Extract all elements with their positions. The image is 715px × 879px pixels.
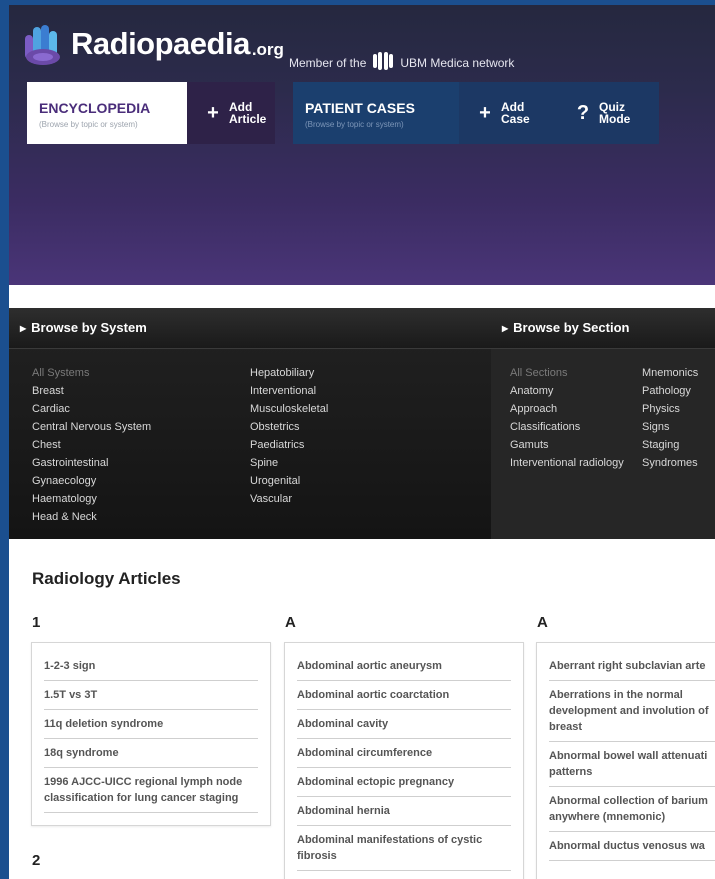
section-link[interactable]: All Sections [510,364,624,382]
article-link[interactable]: Abdominal cavity [297,710,511,739]
system-link[interactable]: Hepatobiliary [250,364,328,382]
radiology-articles: Radiology Articles 1 1-2-3 sign 1.5T vs … [9,539,715,879]
article-link[interactable]: 1.5T vs 3T [44,681,258,710]
article-link[interactable]: 1-2-3 sign [44,652,258,681]
browse-by-system-label: Browse by System [31,320,147,335]
section-link[interactable]: Signs [642,418,698,436]
encyclopedia-title: ENCYCLOPEDIA [39,100,151,116]
system-link[interactable]: Gynaecology [32,472,151,490]
articles-title: Radiology Articles [32,569,181,588]
member-prefix: Member of the [289,55,367,70]
encyclopedia-subtitle: (Browse by topic or system) [39,120,138,129]
section-link[interactable]: Pathology [642,382,698,400]
section-link[interactable]: Syndromes [642,454,698,472]
add-case-label: Add Case [501,100,530,126]
quiz-mode-button[interactable]: ? Quiz Mode [557,82,659,144]
system-list-col2: Hepatobiliary Interventional Musculoskel… [250,364,328,508]
tab-patient-cases[interactable]: PATIENT CASES (Browse by topic or system… [293,82,459,144]
browse-by-system-heading[interactable]: ▶ Browse by System [9,308,491,349]
plus-icon: + [207,101,219,124]
triangle-right-icon: ▶ [20,324,27,333]
plus-icon: + [479,101,491,124]
patient-cases-subtitle: (Browse by topic or system) [305,120,404,129]
logo-tld: .org [251,40,284,59]
system-link[interactable]: Haematology [32,490,151,508]
section-link[interactable]: Staging [642,436,698,454]
section-link[interactable]: Interventional radiology [510,454,624,472]
system-link[interactable]: All Systems [32,364,151,382]
system-link[interactable]: Cardiac [32,400,151,418]
quiz-mode-label: Quiz Mode [599,100,631,126]
section-link[interactable]: Anatomy [510,382,624,400]
letter-heading: 2 [32,852,41,869]
page: Radiopaedia .org Member of the UBM Medic… [9,5,715,879]
article-link[interactable]: Abdominal manifestations of cystic fibro… [297,826,511,871]
system-link[interactable]: Interventional [250,382,328,400]
system-link[interactable]: Head & Neck [32,508,151,526]
article-link[interactable]: Aberrations in the normal development an… [549,681,715,742]
add-article-button[interactable]: + Add Article [187,82,275,144]
article-link[interactable]: Aberrant right subclavian arte [549,652,715,681]
section-link[interactable]: Classifications [510,418,624,436]
system-list-col1: All Systems Breast Cardiac Central Nervo… [32,364,151,526]
triangle-right-icon: ▶ [502,324,509,333]
section-list-col1: All Sections Anatomy Approach Classifica… [510,364,624,472]
site-header: Radiopaedia .org Member of the UBM Medic… [9,5,715,285]
section-link[interactable]: Approach [510,400,624,418]
system-link[interactable]: Central Nervous System [32,418,151,436]
ubm-icon [372,51,394,74]
letter-heading: 1 [32,614,41,631]
article-link[interactable]: Abdominal circumference [297,739,511,768]
system-link[interactable]: Breast [32,382,151,400]
add-case-button[interactable]: + Add Case [459,82,557,144]
browse-panels: ▶ Browse by System All Systems Breast Car… [9,308,715,539]
article-list-a2: Aberrant right subclavian arte Aberratio… [536,642,715,879]
article-link[interactable]: 1996 AJCC-UICC regional lymph node class… [44,768,258,813]
system-link[interactable]: Musculoskeletal [250,400,328,418]
site-logo[interactable]: Radiopaedia .org [21,19,284,69]
section-link[interactable]: Gamuts [510,436,624,454]
article-list-1: 1-2-3 sign 1.5T vs 3T 11q deletion syndr… [31,642,271,826]
article-link[interactable]: Abnormal bowel wall attenuati patterns [549,742,715,787]
letter-heading: A [537,614,548,631]
logo-text: Radiopaedia [71,26,250,61]
article-link[interactable]: Abnormal collection of barium anywhere (… [549,787,715,832]
article-link[interactable]: 18q syndrome [44,739,258,768]
radiopaedia-logo-icon [25,25,60,65]
section-link[interactable]: Mnemonics [642,364,698,382]
browse-by-section-panel: ▶ Browse by Section All Sections Anatomy … [491,308,715,539]
system-link[interactable]: Chest [32,436,151,454]
article-link[interactable]: Abdominal aortic coarctation [297,681,511,710]
add-article-label: Add Article [229,100,267,126]
system-link[interactable]: Gastrointestinal [32,454,151,472]
tab-encyclopedia[interactable]: ENCYCLOPEDIA (Browse by topic or system) [27,82,187,144]
article-link[interactable]: Abnormal ductus venosus wa [549,832,715,861]
system-link[interactable]: Urogenital [250,472,328,490]
patient-cases-title: PATIENT CASES [305,100,415,116]
article-link[interactable]: Abdominal ectopic pregnancy [297,768,511,797]
article-list-a1: Abdominal aortic aneurysm Abdominal aort… [284,642,524,879]
member-network-name: UBM Medica network [400,55,515,70]
question-icon: ? [576,101,590,124]
section-list-col2: Mnemonics Pathology Physics Signs Stagin… [642,364,698,472]
browse-by-system-panel: ▶ Browse by System All Systems Breast Car… [9,308,491,539]
browse-by-section-heading[interactable]: ▶ Browse by Section [491,308,715,349]
browse-by-section-label: Browse by Section [513,320,630,335]
system-link[interactable]: Spine [250,454,328,472]
article-link[interactable]: Abdominal hernia [297,797,511,826]
member-network: Member of the UBM Medica network [289,51,514,74]
system-link[interactable]: Obstetrics [250,418,328,436]
system-link[interactable]: Paediatrics [250,436,328,454]
article-link[interactable]: 11q deletion syndrome [44,710,258,739]
system-link[interactable]: Vascular [250,490,328,508]
section-link[interactable]: Physics [642,400,698,418]
article-link[interactable]: Abdominal aortic aneurysm [297,652,511,681]
letter-heading: A [285,614,296,631]
